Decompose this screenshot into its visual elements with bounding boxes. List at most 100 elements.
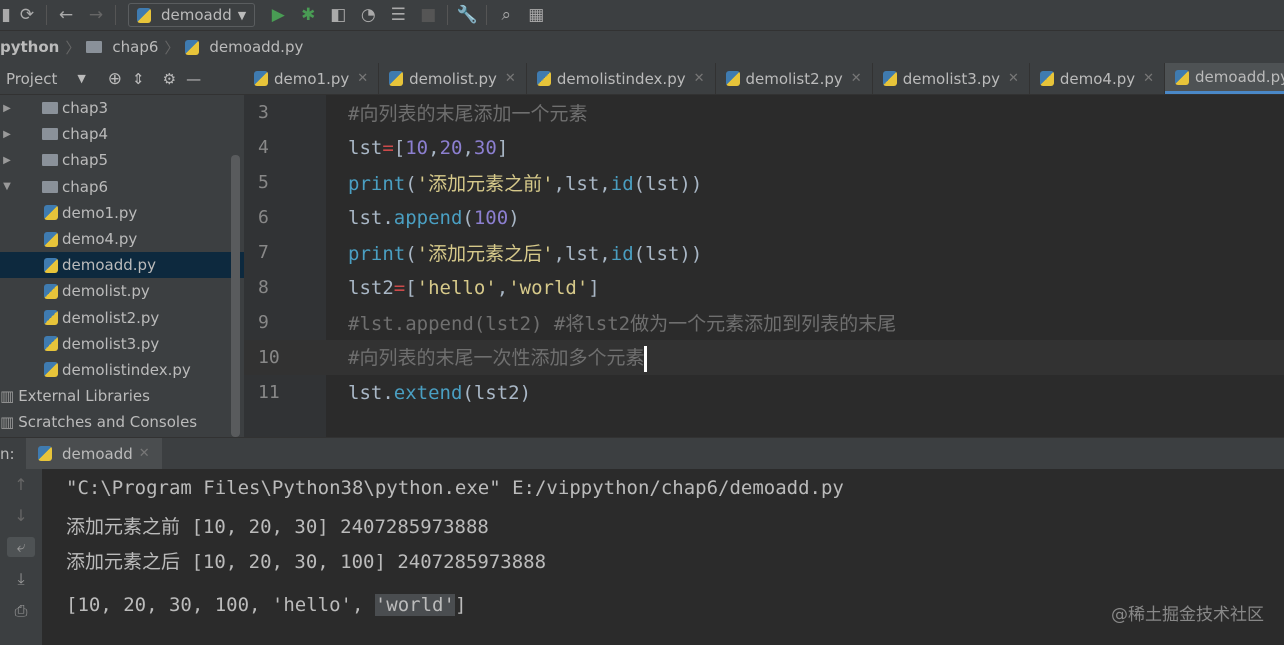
run-tab-demoadd[interactable]: demoadd ✕ [26, 438, 162, 469]
tab-demolist2[interactable]: demolist2.py ✕ [716, 63, 873, 94]
tree-item[interactable]: ▼ chap6 [0, 174, 244, 200]
collapse-icon[interactable]: ⇕ [132, 70, 145, 88]
tab-demolist[interactable]: demolist.py ✕ [379, 63, 527, 94]
breadcrumb-root[interactable]: python [0, 38, 59, 56]
run-config-label: demoadd [161, 6, 232, 24]
collapsed-arrow-icon[interactable]: ▶ [0, 129, 14, 140]
run-label: n: [0, 444, 15, 463]
gear-icon[interactable]: ⚙ [163, 70, 176, 88]
text-cursor [644, 345, 648, 372]
line-number: 6 [258, 207, 269, 228]
code-text: #向列表的末尾一次性添加多个元素 [326, 343, 648, 372]
code-token: 20 [439, 136, 463, 159]
tree-item[interactable]: demolist2.py [0, 305, 244, 331]
tab-label: demoadd.py [1195, 68, 1284, 86]
tree-item[interactable]: demo1.py [0, 200, 244, 226]
close-icon[interactable]: ✕ [505, 71, 516, 86]
vcs-icon[interactable]: ▦ [521, 5, 551, 25]
breadcrumb: python 〉 chap6 〉 demoadd.py [0, 30, 1284, 63]
tab-demo4[interactable]: demo4.py ✕ [1030, 63, 1166, 94]
console-line: [10, 20, 30, 100, 'hello', 'world'] [66, 594, 466, 616]
tree-item[interactable]: demolist3.py [0, 331, 244, 357]
forward-icon[interactable]: → [81, 5, 111, 25]
tree-item[interactable]: ▥ Scratches and Consoles [0, 409, 244, 435]
back-icon[interactable]: ← [51, 5, 81, 25]
tree-item-label: demolistindex.py [62, 360, 191, 379]
run-config-select[interactable]: demoadd ▼ [128, 3, 256, 27]
tree-item[interactable]: ▶ chap5 [0, 147, 244, 173]
tree-item[interactable]: ▶ chap4 [0, 121, 244, 147]
tree-item[interactable]: ▶ chap3 [0, 95, 244, 121]
tree-item-label: Scratches and Consoles [18, 413, 198, 432]
sync-icon[interactable]: ⟳ [12, 5, 42, 25]
tab-label: demolist2.py [745, 69, 843, 88]
debug-icon[interactable]: ✱ [293, 5, 323, 25]
print-icon[interactable]: ⎙ [7, 601, 35, 621]
console-output[interactable]: [10, 20, 30, 100, 'hello', 'world'] "C:\… [42, 469, 1284, 645]
soft-wrap-icon[interactable]: ⤶ [7, 537, 35, 557]
scroll-to-end-icon[interactable]: ⤓ [7, 569, 35, 589]
code-token: #向列表的末尾添加一个元素 [348, 103, 588, 125]
close-icon[interactable]: ✕ [851, 71, 862, 86]
down-icon[interactable]: ↓ [7, 506, 35, 525]
tree-item-label: demolist.py [62, 282, 150, 301]
up-icon[interactable]: ↑ [7, 475, 35, 494]
tree-item[interactable]: demolist.py [0, 278, 244, 304]
tree-item[interactable]: demo4.py [0, 226, 244, 252]
collapsed-arrow-icon[interactable]: ▶ [0, 155, 14, 166]
project-tree: ▶ chap3 ▶ chap4 ▶ chap5 ▼ chap6 demo1.py demo4.py… [0, 95, 244, 437]
run-side-toolbar: ↑ ↓ ⤶ ⤓ ⎙ [0, 469, 42, 645]
close-icon[interactable]: ✕ [1008, 71, 1019, 86]
close-icon[interactable]: ✕ [357, 71, 368, 86]
code-editor[interactable]: 3 #向列表的末尾添加一个元素 4 lst=[10,20,30] 5 print('添加元… [244, 95, 1284, 437]
hide-icon[interactable]: — [186, 70, 201, 88]
coverage-icon[interactable]: ◧ [323, 5, 353, 25]
tree-item[interactable]: ▥ External Libraries [0, 383, 244, 409]
tab-demolistindex[interactable]: demolistindex.py ✕ [527, 63, 716, 94]
locate-icon[interactable]: ⊕ [108, 69, 122, 89]
code-token: (lst)) [633, 243, 703, 265]
code-token: (lst)) [633, 173, 703, 195]
concurrency-icon[interactable]: ☰ [383, 5, 413, 25]
run-icon[interactable]: ▶ [263, 5, 293, 25]
collapsed-arrow-icon[interactable]: ▶ [0, 103, 14, 114]
search-icon[interactable]: ⌕ [491, 5, 521, 25]
wrench-icon[interactable]: 🔧 [452, 5, 482, 25]
tab-demo1[interactable]: demo1.py ✕ [244, 63, 380, 94]
line-number: 9 [258, 312, 269, 333]
code-token: '添加元素之前' [416, 173, 554, 195]
breadcrumb-file[interactable]: demoadd.py [209, 38, 303, 56]
code-text: lst.append(100) [326, 207, 520, 229]
sidebar-scrollbar[interactable] [231, 155, 240, 437]
tab-demolist3[interactable]: demolist3.py ✕ [873, 63, 1030, 94]
tree-item-label: demo4.py [62, 230, 138, 249]
python-file-icon [725, 71, 740, 86]
code-token: ( [405, 243, 417, 265]
tab-demoadd[interactable]: demoadd.py [1165, 63, 1284, 94]
close-icon[interactable]: ✕ [694, 71, 705, 86]
line-number: 8 [258, 277, 269, 298]
tree-item[interactable]: demoadd.py [0, 252, 244, 279]
code-token: print [348, 173, 406, 195]
watermark: @稀土掘金技术社区 [1111, 605, 1264, 625]
code-line: 8 lst2=['hello','world'] [244, 270, 1284, 305]
project-title[interactable]: Project [0, 70, 57, 88]
tree-item-label: chap5 [62, 151, 109, 170]
folder-icon [86, 41, 103, 53]
code-token: ( [405, 173, 417, 195]
line-number: 3 [258, 102, 269, 123]
save-icon[interactable]: ▮ [0, 5, 12, 25]
python-file-icon [254, 71, 268, 86]
close-icon[interactable]: ✕ [1143, 71, 1154, 86]
profile-icon[interactable]: ◔ [353, 5, 383, 25]
code-text: lst=[10,20,30] [326, 137, 508, 159]
code-token: '添加元素之后' [416, 243, 554, 265]
tree-item-label: chap4 [62, 125, 109, 144]
tree-item-label: chap6 [62, 177, 109, 196]
stop-icon[interactable]: ■ [413, 5, 443, 25]
breadcrumb-folder[interactable]: chap6 [112, 38, 158, 56]
tree-item[interactable]: demolistindex.py [0, 357, 244, 383]
close-icon[interactable]: ✕ [139, 446, 150, 461]
folder-icon [42, 102, 58, 115]
expanded-arrow-icon[interactable]: ▼ [0, 181, 14, 192]
